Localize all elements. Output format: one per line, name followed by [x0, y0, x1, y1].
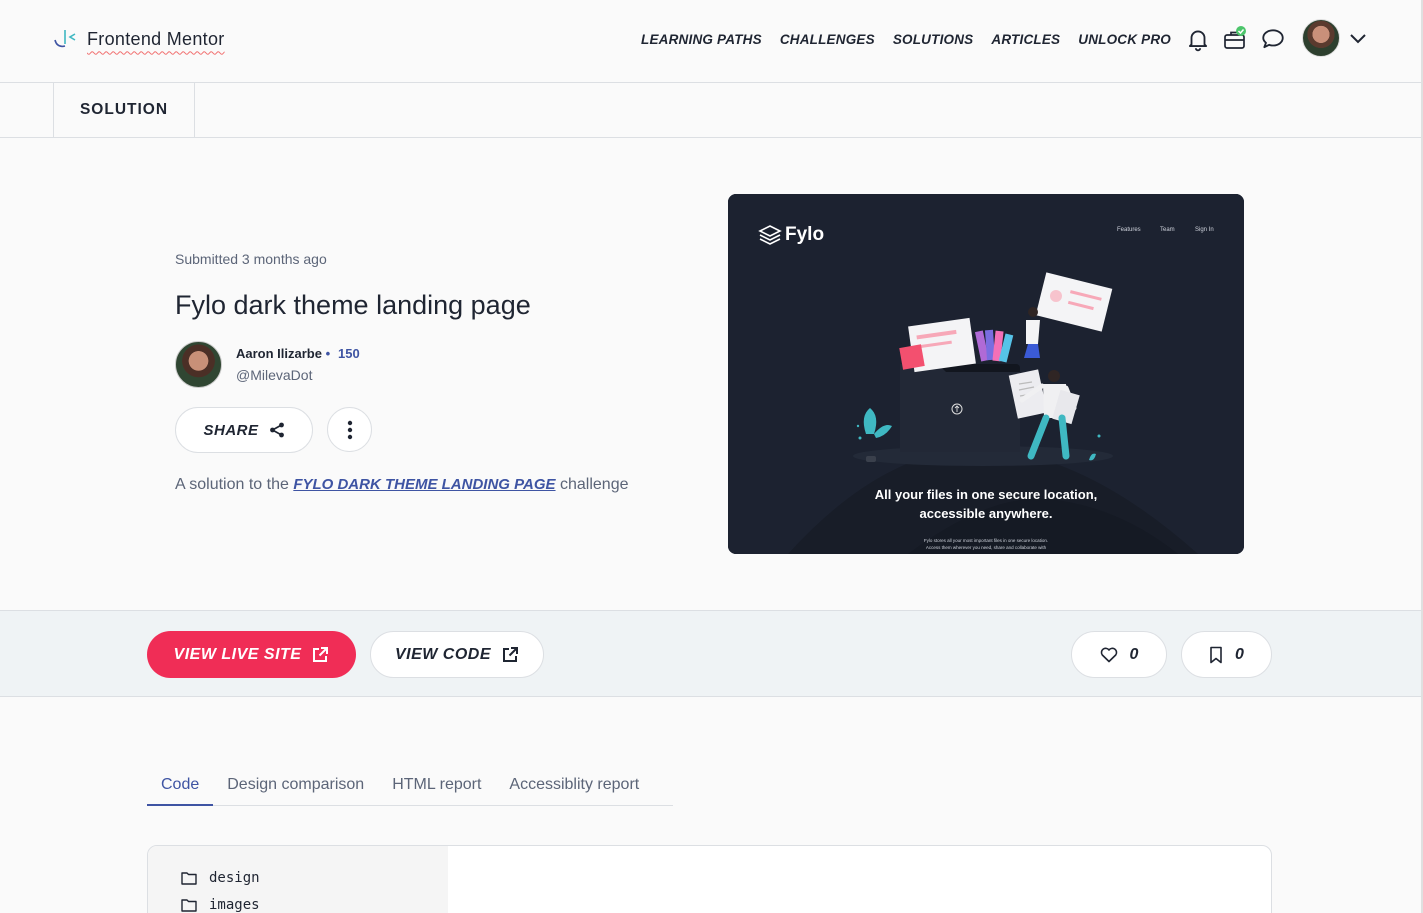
- file-tree-item-label: images: [209, 897, 260, 913]
- view-code-label: VIEW CODE: [394, 645, 492, 663]
- sub-header: SOLUTION: [0, 83, 1423, 138]
- preview-sub-line1: Fylo stores all your most important file…: [924, 538, 1048, 543]
- tab-design-comparison[interactable]: Design comparison: [213, 776, 378, 806]
- nav-learning-paths[interactable]: LEARNING PATHS: [641, 32, 762, 47]
- preview-nav-features: Features: [1117, 227, 1141, 233]
- share-icon: [269, 422, 284, 438]
- folder-icon: [181, 872, 197, 885]
- author-handle[interactable]: @MilevaDot: [236, 367, 312, 383]
- like-button[interactable]: 0: [1071, 631, 1167, 678]
- preview-brand: Fylo: [785, 224, 824, 245]
- frontend-mentor-logo-icon: [54, 30, 76, 48]
- submitted-date: Submitted 3 months ago: [175, 251, 327, 267]
- preview-headline-line2: accessible anywhere.: [920, 506, 1053, 521]
- tab-accessibility-report[interactable]: Accessiblity report: [495, 776, 653, 806]
- desc-prefix: A solution to the: [175, 476, 289, 493]
- file-tree-item[interactable]: images: [181, 897, 260, 913]
- bookmark-icon: [1210, 646, 1222, 663]
- preview-nav-signin: Sign In: [1195, 227, 1214, 233]
- bookmark-button[interactable]: 0: [1181, 631, 1272, 678]
- share-button[interactable]: SHARE: [175, 407, 313, 453]
- nav-challenges[interactable]: CHALLENGES: [780, 32, 875, 47]
- top-navigation: Frontend Mentor LEARNING PATHS CHALLENGE…: [0, 0, 1423, 83]
- view-live-site-label: VIEW LIVE SITE: [173, 645, 302, 663]
- solution-description: A solution to the FYLO DARK THEME LANDIN…: [175, 476, 629, 494]
- main-nav-links: LEARNING PATHS CHALLENGES SOLUTIONS ARTI…: [641, 32, 1171, 47]
- solution-action-bar: VIEW LIVE SITE VIEW CODE 0 0: [0, 610, 1423, 697]
- nav-unlock-pro[interactable]: UNLOCK PRO: [1078, 32, 1171, 47]
- fylo-preview-illustration: Fylo Features Team Sign In All your file…: [728, 194, 1244, 554]
- share-label: SHARE: [203, 421, 259, 439]
- chevron-down-icon[interactable]: [1348, 28, 1368, 48]
- bookmark-count: 0: [1235, 645, 1244, 663]
- file-tree-item[interactable]: design: [181, 870, 260, 886]
- user-avatar[interactable]: [1302, 19, 1340, 57]
- code-explorer-panel: design images: [147, 845, 1272, 913]
- solution-tabs: Code Design comparison HTML report Acces…: [147, 776, 673, 806]
- brand-name: Frontend Mentor: [87, 28, 225, 49]
- more-options-button[interactable]: [327, 407, 372, 452]
- vertical-ellipsis-icon: [347, 420, 352, 439]
- author-name[interactable]: Aaron Ilizarbe •: [236, 346, 330, 361]
- external-link-icon: [313, 646, 329, 662]
- external-link-icon: [503, 646, 519, 662]
- folder-icon: [181, 899, 197, 912]
- file-tree-item-label: design: [209, 870, 260, 886]
- author-separator: •: [325, 346, 331, 361]
- nav-articles[interactable]: ARTICLES: [991, 32, 1060, 47]
- solution-preview-image[interactable]: Fylo Features Team Sign In All your file…: [728, 194, 1244, 554]
- challenge-link[interactable]: FYLO DARK THEME LANDING PAGE: [293, 476, 555, 493]
- bell-icon[interactable]: [1185, 26, 1211, 52]
- tab-solution[interactable]: SOLUTION: [53, 83, 195, 137]
- tab-code[interactable]: Code: [147, 776, 214, 806]
- tab-html-report[interactable]: HTML report: [378, 776, 495, 806]
- desc-suffix: challenge: [560, 476, 629, 493]
- view-live-site-button[interactable]: VIEW LIVE SITE: [147, 631, 356, 678]
- view-code-button[interactable]: VIEW CODE: [370, 631, 544, 678]
- brand-logo[interactable]: Frontend Mentor: [53, 26, 225, 52]
- preview-sub-line2: Access them wherever you need, share and…: [926, 545, 1047, 550]
- like-count: 0: [1129, 645, 1139, 663]
- briefcase-icon[interactable]: [1222, 26, 1248, 52]
- preview-nav-team: Team: [1160, 227, 1175, 233]
- nav-solutions[interactable]: SOLUTIONS: [893, 32, 974, 47]
- author-name-text[interactable]: Aaron Ilizarbe: [236, 346, 322, 361]
- solution-title: Fylo dark theme landing page: [175, 290, 531, 320]
- author-score: 150: [338, 346, 360, 361]
- author-avatar[interactable]: [175, 341, 222, 388]
- preview-headline-line1: All your files in one secure location,: [875, 487, 1098, 502]
- heart-icon: [1100, 647, 1117, 662]
- chat-bubble-icon[interactable]: [1260, 26, 1286, 52]
